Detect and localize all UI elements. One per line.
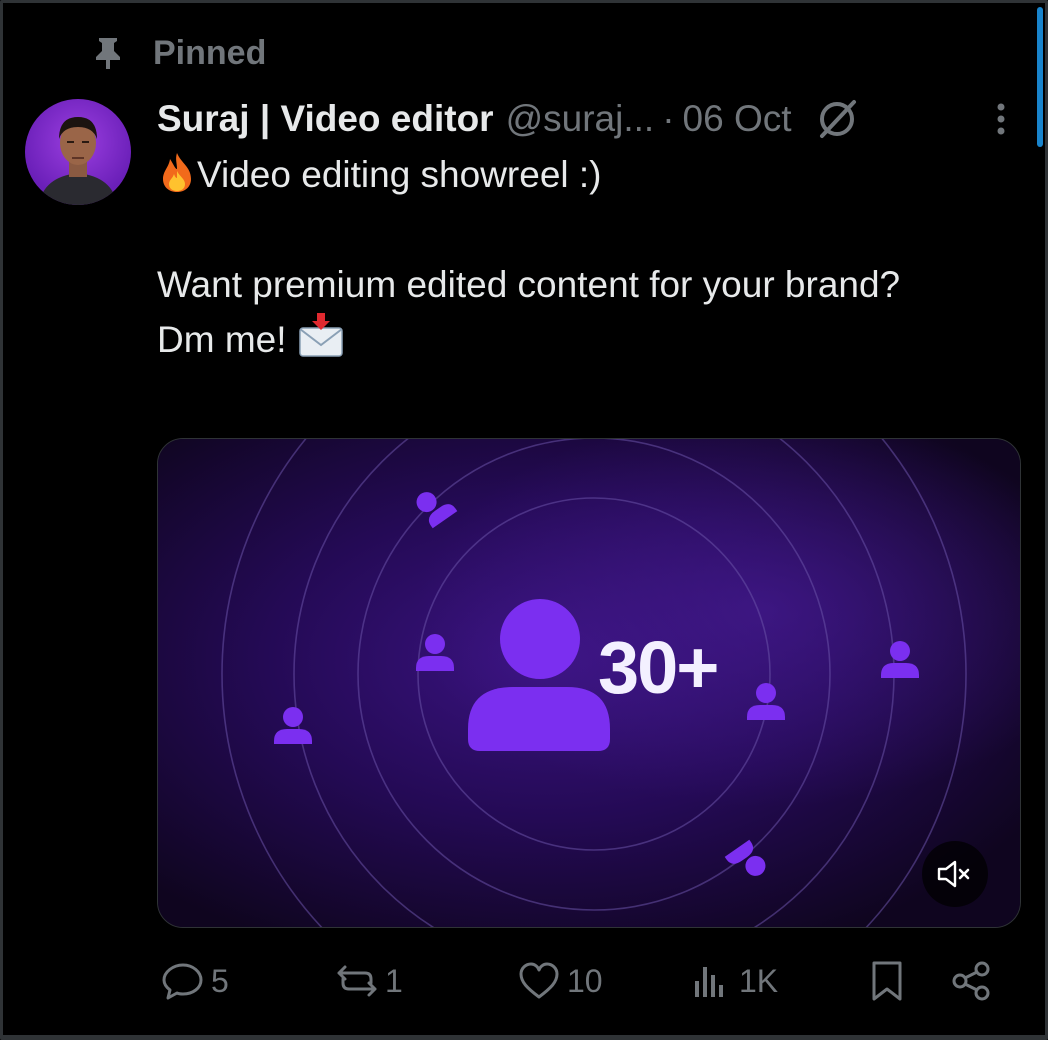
post-text-line: Video editing showreel :) [157, 147, 977, 202]
heart-icon [519, 962, 559, 999]
like-button[interactable]: 10 [517, 951, 603, 1011]
bookmark-icon [872, 961, 902, 1001]
post-header: Suraj | Video editor @suraj... · 06 Oct [157, 95, 1037, 143]
reply-count: 5 [211, 962, 229, 999]
post-text-line: Dm me! [157, 312, 977, 367]
reply-icon [162, 963, 203, 1000]
share-button[interactable] [949, 951, 993, 1011]
post-text-line2: Want premium edited content for your bra… [157, 264, 901, 305]
reply-button[interactable]: 5 [161, 951, 229, 1011]
pinned-label: Pinned [153, 33, 267, 72]
envelope-arrow-emoji-icon [299, 313, 343, 357]
user-handle[interactable]: @suraj... [506, 98, 655, 140]
post-text: Video editing showreel :) Want premium e… [157, 147, 977, 367]
repost-button[interactable]: 1 [335, 951, 403, 1011]
grok-icon[interactable] [814, 96, 860, 142]
share-icon [952, 961, 990, 1001]
post-date[interactable]: 06 Oct [683, 98, 792, 140]
scrollbar[interactable] [1037, 7, 1043, 147]
avatar[interactable] [25, 99, 131, 205]
more-options-icon[interactable] [993, 101, 1009, 137]
video-overlay-text: 30+ [598, 626, 720, 709]
video-player[interactable]: 30+ [157, 438, 1021, 928]
views-button[interactable]: 1K [689, 951, 778, 1011]
bookmark-button[interactable] [865, 951, 909, 1011]
mute-button[interactable] [922, 841, 988, 907]
repost-icon [337, 965, 377, 997]
display-name[interactable]: Suraj | Video editor [157, 98, 494, 140]
views-count: 1K [739, 962, 779, 999]
repost-count: 1 [385, 962, 403, 999]
pin-icon [96, 38, 120, 69]
action-bar: 5 1 10 1K [157, 951, 1007, 1011]
post-text-line1: Video editing showreel :) [197, 154, 602, 195]
pinned-indicator: Pinned [93, 33, 266, 73]
post-container[interactable]: Pinned Suraj | Video editor @suraj... · … [0, 0, 1048, 1040]
post-text-line3: Dm me! [157, 319, 287, 360]
analytics-icon [695, 967, 723, 997]
speaker-muted-icon [937, 860, 970, 888]
divider [3, 1035, 1045, 1037]
like-count: 10 [567, 962, 603, 999]
fire-emoji-icon [163, 153, 191, 192]
video-frame [158, 439, 1020, 927]
separator: · [662, 98, 675, 139]
